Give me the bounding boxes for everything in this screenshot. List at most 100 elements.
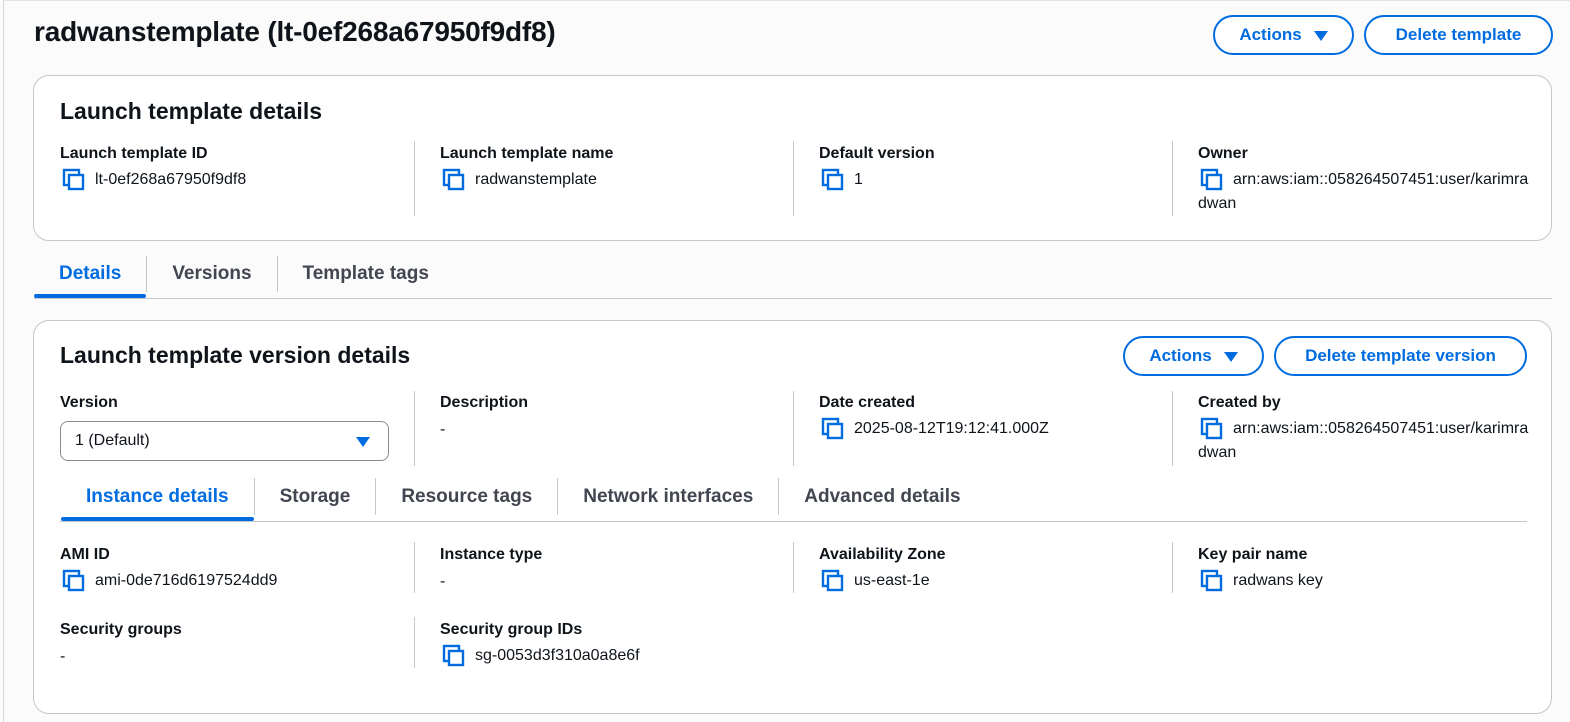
page-title: radwanstemplate (lt-0ef268a67950f9df8) (34, 16, 556, 47)
column-divider (793, 391, 794, 466)
launch-template-name-field: Launch template name radwanstemplate (440, 144, 780, 192)
caret-down-icon (1223, 352, 1238, 362)
column-divider (793, 542, 794, 593)
tab-label: Advanced details (804, 485, 961, 507)
column-divider (793, 141, 794, 216)
sub-tabs-divider (60, 521, 1527, 522)
version-select[interactable]: 1 (Default) (60, 421, 389, 461)
security-groups-label: Security groups (60, 621, 182, 638)
field-value: 2025-08-12T19:12:41.000Z (819, 417, 1159, 441)
availability-zone-label: Availability Zone (819, 546, 946, 563)
tab-label: Network interfaces (583, 485, 754, 507)
tab-advanced-details[interactable]: Advanced details (779, 472, 985, 521)
ami-id-value: ami-0de716d6197524dd9 (95, 572, 278, 589)
field-value: arn:aws:iam::058264507451:user/karimradw… (1198, 417, 1533, 465)
column-divider (414, 391, 415, 466)
security-group-ids-field: Security group IDs sg-0053d3f310a0a8e6f (440, 620, 780, 668)
default-version-field: Default version 1 (819, 144, 1159, 192)
template-actions-button[interactable]: Actions (1213, 15, 1354, 55)
key-pair-label: Key pair name (1198, 546, 1308, 563)
date-created-value: 2025-08-12T19:12:41.000Z (854, 420, 1049, 437)
instance-type-label: Instance type (440, 546, 543, 563)
copy-icon[interactable] (819, 168, 845, 192)
copy-icon[interactable] (440, 168, 466, 192)
delete-template-version-button[interactable]: Delete template version (1274, 336, 1527, 376)
description-field: Description - (440, 393, 780, 442)
column-divider (414, 617, 415, 668)
tab-instance-details[interactable]: Instance details (61, 472, 254, 521)
copy-icon[interactable] (60, 168, 86, 192)
ami-id-label: AMI ID (60, 546, 110, 563)
tab-network-interfaces[interactable]: Network interfaces (558, 472, 778, 521)
tab-label: Versions (172, 263, 252, 284)
copy-icon[interactable] (819, 417, 845, 441)
owner-field: Owner arn:aws:iam::058264507451:user/kar… (1198, 144, 1533, 216)
field-label: Launch template name (440, 145, 614, 162)
main-tabs: Details Versions Template tags (34, 250, 454, 298)
version-label: Version (60, 394, 118, 411)
ami-id-field: AMI ID ami-0de716d6197524dd9 (60, 545, 400, 593)
tab-label: Instance details (86, 485, 229, 507)
launch-template-name-value: radwanstemplate (475, 171, 597, 188)
column-divider (414, 141, 415, 216)
key-pair-field: Key pair name radwans key (1198, 545, 1533, 593)
owner-value: arn:aws:iam::058264507451:user/karimradw… (1198, 171, 1529, 212)
created-by-label: Created by (1198, 394, 1281, 411)
tab-label: Storage (279, 485, 351, 507)
column-divider (1172, 542, 1173, 593)
field-value: us-east-1e (819, 569, 1159, 593)
description-label: Description (440, 394, 529, 411)
key-pair-value: radwans key (1233, 572, 1323, 589)
column-divider (414, 542, 415, 593)
field-value: sg-0053d3f310a0a8e6f (440, 644, 780, 668)
template-actions-label: Actions (1239, 25, 1302, 44)
field-value: lt-0ef268a67950f9df8 (60, 168, 400, 192)
availability-zone-field: Availability Zone us-east-1e (819, 545, 1159, 593)
tab-label: Resource tags (401, 485, 533, 507)
date-created-label: Date created (819, 394, 916, 411)
instance-type-field: Instance type - (440, 545, 780, 594)
copy-icon[interactable] (60, 569, 86, 593)
security-groups-value: - (60, 648, 66, 665)
launch-template-id-value: lt-0ef268a67950f9df8 (95, 171, 247, 188)
security-group-ids-label: Security group IDs (440, 621, 583, 638)
caret-down-icon (356, 437, 370, 447)
availability-zone-value: us-east-1e (854, 572, 930, 589)
copy-icon[interactable] (1198, 569, 1224, 593)
date-created-field: Date created 2025-08-12T19:12:41.000Z (819, 393, 1159, 441)
tab-resource-tags[interactable]: Resource tags (376, 472, 557, 521)
default-version-value: 1 (854, 171, 863, 188)
version-actions-button[interactable]: Actions (1123, 336, 1264, 376)
created-by-field: Created by arn:aws:iam::058264507451:use… (1198, 393, 1533, 465)
description-value: - (440, 421, 446, 438)
security-group-ids-value: sg-0053d3f310a0a8e6f (475, 647, 640, 664)
tab-details[interactable]: Details (34, 250, 147, 298)
instance-type-value: - (440, 573, 446, 590)
sub-tabs: Instance details Storage Resource tags N… (61, 472, 986, 521)
left-border (3, 0, 4, 722)
delete-template-button[interactable]: Delete template (1364, 15, 1553, 55)
caret-down-icon (1313, 31, 1328, 41)
field-value: radwans key (1198, 569, 1533, 593)
tab-versions[interactable]: Versions (147, 250, 276, 298)
copy-icon[interactable] (440, 644, 466, 668)
launch-template-id-field: Launch template ID lt-0ef268a67950f9df8 (60, 144, 400, 192)
tab-storage[interactable]: Storage (255, 472, 376, 521)
launch-template-details-title: Launch template details (60, 98, 323, 124)
tab-template-tags[interactable]: Template tags (278, 250, 454, 298)
tabs-divider (34, 298, 1552, 299)
copy-icon[interactable] (819, 569, 845, 593)
field-label: Owner (1198, 145, 1248, 162)
field-value: radwanstemplate (440, 168, 780, 192)
tab-label: Template tags (302, 263, 429, 284)
field-value: arn:aws:iam::058264507451:user/karimradw… (1198, 168, 1533, 216)
column-divider (1172, 141, 1173, 216)
top-border (3, 0, 1570, 1)
field-value: 1 (819, 168, 1159, 192)
column-divider (1172, 391, 1173, 466)
launch-template-details-card: Launch template details Launch template … (33, 75, 1552, 241)
version-selected-value: 1 (Default) (75, 432, 150, 449)
created-by-value: arn:aws:iam::058264507451:user/karimradw… (1198, 420, 1529, 461)
version-actions-label: Actions (1149, 346, 1212, 365)
field-label: Default version (819, 145, 935, 162)
